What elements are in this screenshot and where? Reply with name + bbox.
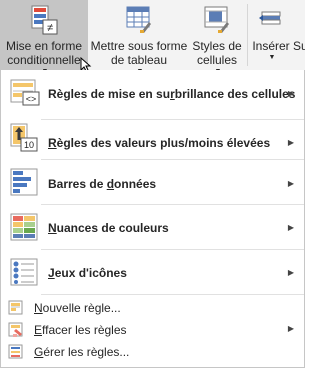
- menu-item-label: Barres de données: [48, 177, 157, 191]
- menu-item-manage-rules[interactable]: Gérer les règles...: [1, 341, 304, 363]
- submenu-arrow-icon: ▶: [287, 324, 294, 333]
- new-rule-icon: [8, 300, 24, 319]
- menu-item-label: Règles des valeurs plus/moins élevées: [48, 136, 271, 150]
- cell-styles-label-1: Styles de: [192, 39, 242, 53]
- icon-sets-icon: [9, 256, 41, 291]
- menu-item-data-bars[interactable]: Barres de données ▶: [1, 160, 304, 204]
- menu-item-label: Gérer les règles...: [34, 345, 130, 359]
- submenu-arrow-icon: ▶: [287, 268, 294, 277]
- conditional-formatting-button[interactable]: ≠ Mise en forme conditionnelle▼: [0, 0, 92, 75]
- manage-rules-icon: [8, 344, 24, 363]
- menu-divider: [41, 294, 304, 295]
- cell-styles-icon: [203, 4, 231, 37]
- top-bottom-rules-icon: 10: [9, 122, 41, 157]
- submenu-arrow-icon: ▶: [287, 89, 294, 98]
- top-bottom-icon-number: 10: [24, 140, 34, 150]
- menu-item-top-bottom-rules[interactable]: 10 Règles des valeurs plus/moins élevées…: [1, 114, 304, 158]
- delete-label: Su: [293, 39, 305, 53]
- submenu-arrow-icon: ▶: [287, 138, 294, 147]
- menu-item-icon-sets[interactable]: Jeux d'icônes ▶: [1, 250, 304, 294]
- conditional-formatting-icon: ≠: [29, 4, 59, 39]
- menu-item-clear-rules[interactable]: Effacer les règles ▶: [1, 319, 304, 341]
- data-bars-icon: [9, 166, 41, 201]
- submenu-arrow-icon: ▶: [287, 179, 294, 188]
- conditional-formatting-menu: <> Règles de mise en surbrillance des ce…: [0, 70, 305, 368]
- menu-item-label: Effacer les règles: [34, 323, 127, 337]
- chevron-down-icon: ▼: [268, 54, 276, 61]
- svg-text:<>: <>: [26, 94, 37, 104]
- format-as-table-icon: [125, 4, 153, 37]
- cell-styles-button[interactable]: Styles de cellules▼: [190, 0, 244, 75]
- insert-cells-icon: [258, 4, 284, 37]
- menu-item-label: Nouvelle règle...: [34, 301, 121, 315]
- menu-item-label: Jeux d'icônes: [48, 266, 127, 280]
- ribbon: ≠ Mise en forme conditionnelle▼: [0, 0, 305, 75]
- format-as-table-label-1: Mettre sous forme: [90, 39, 188, 53]
- ribbon-separator: [247, 4, 248, 66]
- color-scales-icon: [9, 211, 41, 246]
- insert-button[interactable]: Insérer ▼: [250, 0, 292, 70]
- svg-text:≠: ≠: [47, 22, 53, 34]
- menu-item-label: Règles de mise en surbrillance des cellu…: [48, 87, 296, 101]
- format-as-table-button[interactable]: Mettre sous forme de tableau▼: [89, 0, 189, 75]
- clear-rules-icon: [8, 322, 24, 341]
- conditional-formatting-label-1: Mise en forme: [5, 39, 83, 53]
- delete-button[interactable]: Su: [293, 0, 305, 70]
- submenu-arrow-icon: ▶: [287, 223, 294, 232]
- menu-item-new-rule[interactable]: Nouvelle règle...: [1, 297, 304, 319]
- menu-item-color-scales[interactable]: Nuances de couleurs ▶: [1, 205, 304, 249]
- menu-item-label: Nuances de couleurs: [48, 221, 169, 235]
- highlight-cells-rules-icon: <>: [9, 78, 41, 113]
- menu-item-highlight-cells-rules[interactable]: <> Règles de mise en surbrillance des ce…: [1, 70, 304, 118]
